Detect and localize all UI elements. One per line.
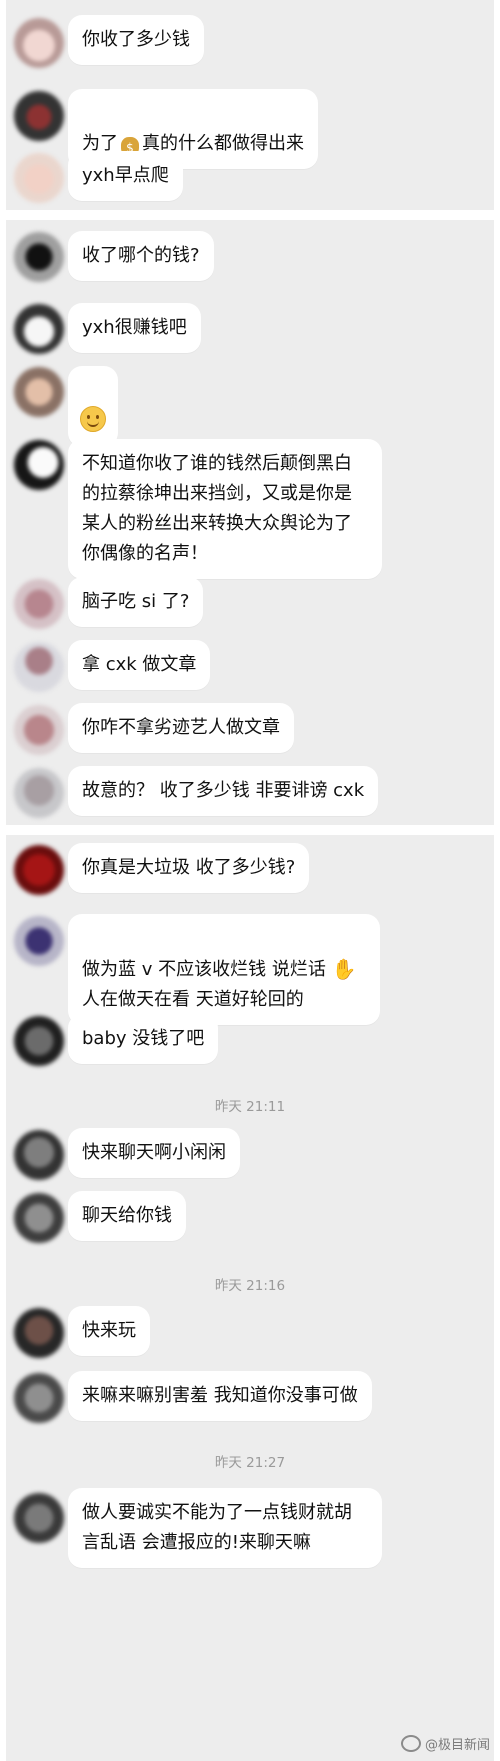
message-bubble: 你收了多少钱 [68, 15, 204, 65]
message-bubble: 拿 cxk 做文章 [68, 640, 211, 690]
avatar[interactable] [14, 1493, 64, 1543]
timestamp: 昨天 21:16 [214, 1278, 286, 1294]
avatar[interactable] [14, 705, 64, 755]
avatar[interactable] [14, 1130, 64, 1180]
message-bubble: 快来玩 [68, 1306, 150, 1356]
avatar[interactable] [14, 18, 64, 68]
avatar[interactable] [14, 1308, 64, 1358]
timestamp: 昨天 21:27 [214, 1455, 286, 1471]
watermark: @极目新闻 [400, 1734, 490, 1753]
avatar[interactable] [14, 367, 64, 417]
avatar[interactable] [14, 304, 64, 354]
avatar[interactable] [14, 845, 64, 895]
message-bubble: 聊天给你钱 [68, 1191, 186, 1241]
avatar[interactable] [14, 1373, 64, 1423]
message-bubble: 收了哪个的钱? [68, 231, 214, 281]
message-bubble: 做为蓝 v 不应该收烂钱 说烂话 ✋ 人在做天在看 天道好轮回的 [68, 914, 380, 1025]
watermark-text: @极目新闻 [424, 1738, 490, 1753]
message-bubble: 快来聊天啊小闲闲 [68, 1128, 240, 1178]
folded-hands-icon: ✋ [331, 957, 357, 981]
avatar[interactable] [14, 153, 64, 203]
message-bubble: 你咋不拿劣迹艺人做文章 [68, 703, 294, 753]
message-text: 人在做天在看 天道好轮回的 [82, 989, 304, 1010]
avatar[interactable] [14, 91, 64, 141]
weibo-icon [400, 1735, 421, 1752]
timestamp: 昨天 21:11 [214, 1099, 286, 1115]
avatar[interactable] [14, 768, 64, 818]
avatar[interactable] [14, 1193, 64, 1243]
avatar[interactable] [14, 916, 64, 966]
message-bubble: 不知道你收了谁的钱然后颠倒黑白 的拉蔡徐坤出来挡剑，又或是你是 某人的粉丝出来转… [68, 439, 382, 579]
message-bubble: 做人要诚实不能为了一点钱财就胡 言乱语 会遭报应的!来聊天嘛 [68, 1488, 382, 1568]
message-bubble: yxh很赚钱吧 [68, 303, 201, 353]
avatar[interactable] [14, 440, 64, 490]
avatar[interactable] [14, 1016, 64, 1066]
message-bubble: baby 没钱了吧 [68, 1014, 219, 1064]
message-bubble: 来嘛来嘛别害羞 我知道你没事可做 [68, 1371, 372, 1421]
message-bubble: yxh早点爬 [68, 151, 183, 201]
message-bubble [68, 366, 118, 447]
message-bubble: 故意的？ 收了多少钱 非要诽谤 cxk [68, 766, 379, 816]
avatar[interactable] [14, 579, 64, 629]
message-bubble: 你真是大垃圾 收了多少钱? [68, 843, 310, 893]
message-text: 做为蓝 v 不应该收烂钱 说烂话 [82, 959, 326, 980]
smiling-face-icon [80, 406, 106, 432]
avatar[interactable] [14, 642, 64, 692]
avatar[interactable] [14, 232, 64, 282]
message-bubble: 脑子吃 si 了? [68, 577, 204, 627]
